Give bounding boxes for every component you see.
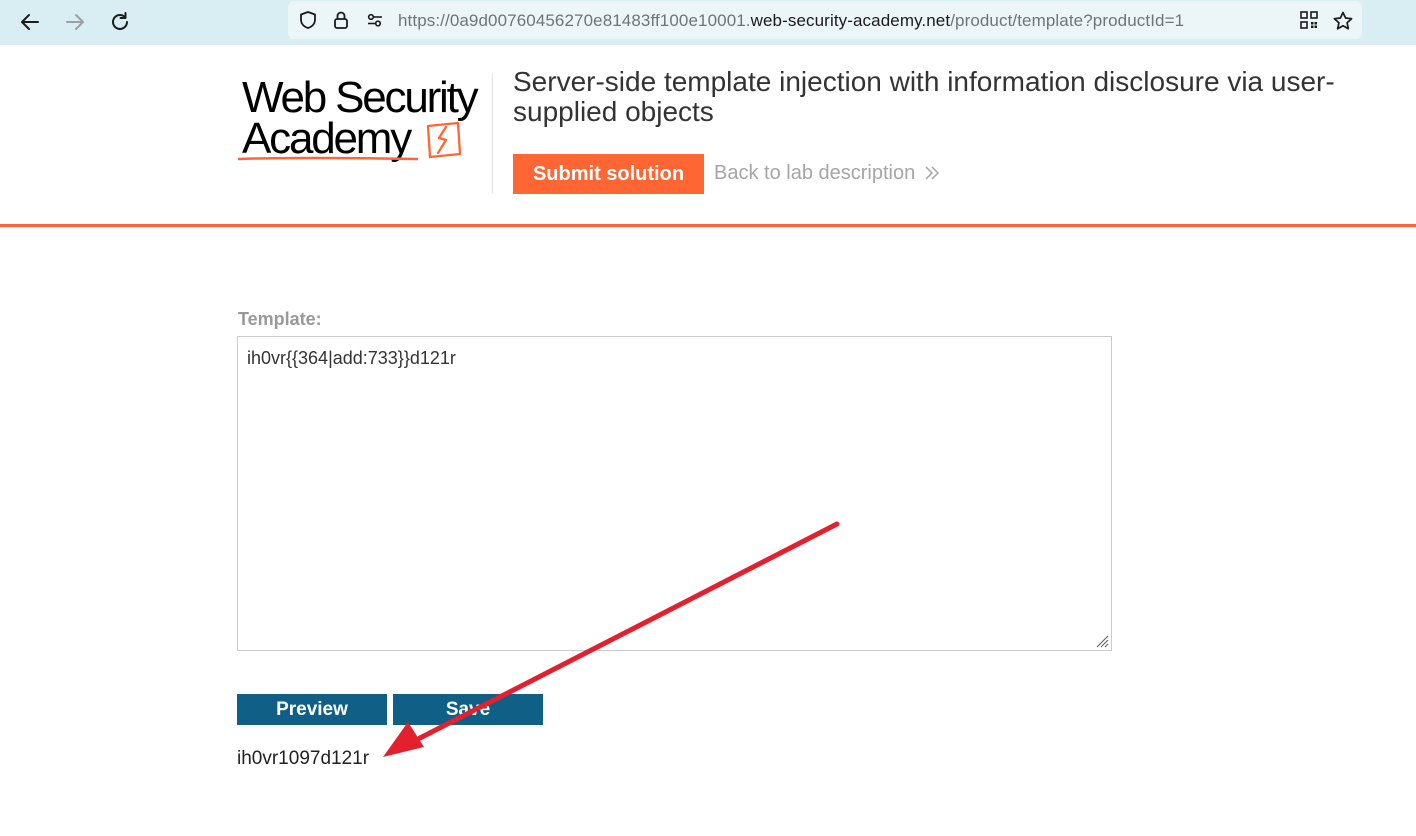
template-textarea-value[interactable]: ih0vr{{364|add:733}}d121r [247, 348, 456, 369]
template-label: Template: [238, 309, 322, 329]
star-icon[interactable] [1332, 10, 1354, 37]
lab-header: Web Security Academy Server-side templat… [0, 45, 1416, 224]
shield-icon[interactable] [298, 10, 318, 35]
lightning-bolt-icon [426, 121, 462, 159]
qr-code-icon[interactable] [1299, 10, 1319, 35]
logo-underline-icon [238, 156, 418, 161]
preview-button[interactable]: Preview [237, 694, 387, 725]
submit-solution-button[interactable]: Submit solution [513, 154, 704, 194]
header-divider [492, 73, 493, 193]
permissions-icon[interactable] [365, 10, 385, 35]
web-security-academy-logo[interactable]: Web Security Academy [238, 72, 490, 164]
lock-icon[interactable] [332, 10, 350, 35]
address-bar[interactable]: https://0a9d00760456270e81483ff100e10001… [288, 1, 1362, 39]
reload-icon[interactable] [104, 6, 136, 38]
template-textarea[interactable]: ih0vr{{364|add:733}}d121r [237, 336, 1112, 651]
save-button[interactable]: Save [393, 694, 543, 725]
lab-title: Server-side template injection with info… [513, 66, 1335, 127]
back-to-lab-description-link[interactable]: Back to lab description [714, 162, 915, 185]
logo-text-line2: Academy [242, 114, 412, 163]
url-text[interactable]: https://0a9d00760456270e81483ff100e10001… [398, 11, 1184, 31]
browser-toolbar: https://0a9d00760456270e81483ff100e10001… [0, 0, 1416, 45]
resize-handle-icon[interactable] [1093, 632, 1109, 648]
back-arrow-icon[interactable] [14, 6, 46, 38]
header-accent-line [0, 224, 1416, 227]
double-chevron-right-icon[interactable] [923, 164, 941, 182]
rendered-preview-output: ih0vr1097d121r [237, 748, 370, 769]
forward-arrow-icon[interactable] [59, 6, 91, 38]
